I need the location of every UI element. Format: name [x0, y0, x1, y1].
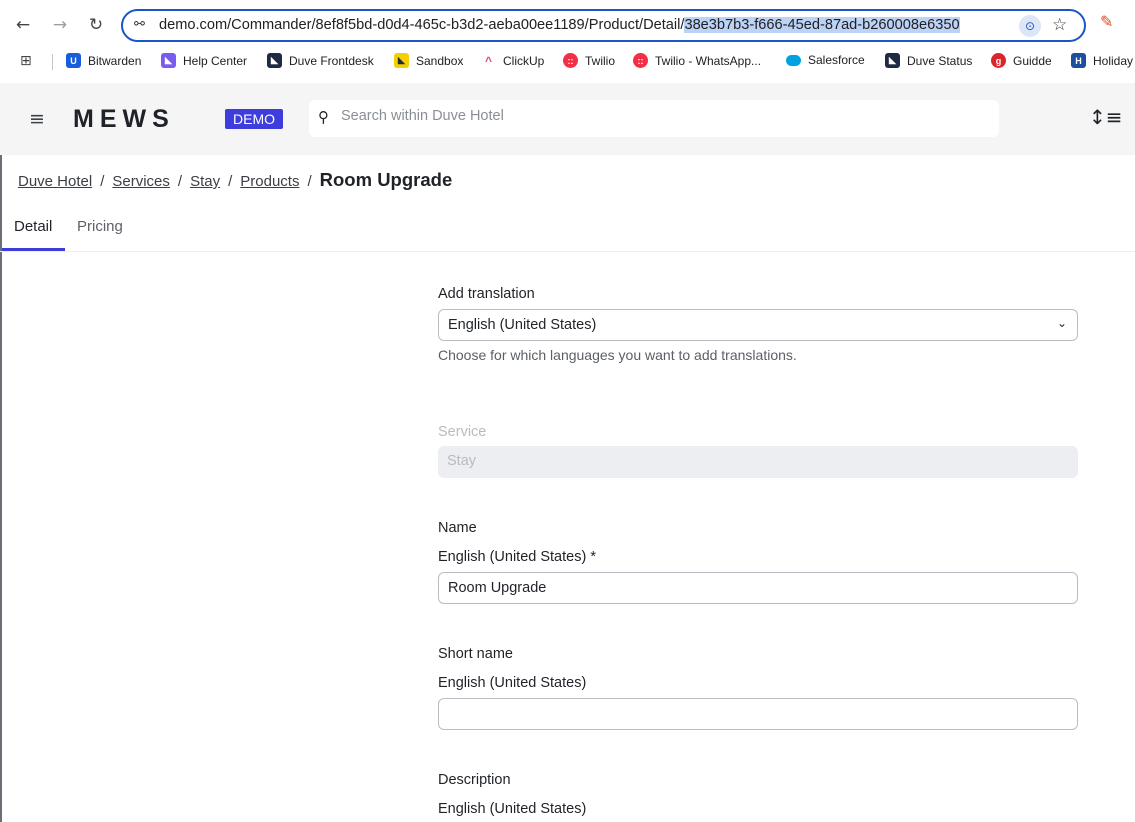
bookmark-twilio[interactable]: :: Twilio: [563, 53, 615, 68]
breadcrumb-services[interactable]: Services: [112, 173, 170, 190]
bookmarks-divider: [52, 54, 53, 70]
name-label: Name: [438, 520, 477, 536]
duve-icon: ◣: [161, 53, 176, 68]
bookmark-duve-status[interactable]: ◣ Duve Status: [885, 53, 972, 68]
name-language-label: English (United States) *: [438, 549, 596, 565]
bitwarden-icon: U: [66, 53, 81, 68]
density-icon[interactable]: ↕≡: [1089, 105, 1123, 129]
bookmark-duve-frontdesk[interactable]: ◣ Duve Frontdesk: [267, 53, 374, 68]
breadcrumb-separator: /: [307, 173, 312, 190]
name-field[interactable]: Room Upgrade: [438, 572, 1078, 604]
bookmark-bitwarden[interactable]: U Bitwarden: [66, 53, 141, 68]
add-translation-helper: Choose for which languages you want to a…: [438, 347, 797, 363]
short-name-field[interactable]: [438, 698, 1078, 730]
breadcrumb-products[interactable]: Products: [240, 173, 299, 190]
site-settings-icon[interactable]: ⚯: [134, 17, 145, 32]
url-text[interactable]: demo.com/Commander/8ef8f5bd-d0d4-465c-b3…: [159, 17, 960, 33]
search-input[interactable]: [341, 108, 981, 124]
bookmark-clickup[interactable]: ^ ClickUp: [481, 53, 544, 68]
short-name-label: Short name: [438, 646, 513, 662]
tab-pricing[interactable]: Pricing: [77, 218, 123, 235]
short-name-language-label: English (United States): [438, 675, 587, 691]
browser-toolbar: ← → ↻ ⚯ demo.com/Commander/8ef8f5bd-d0d4…: [0, 0, 1135, 50]
bookmarks-bar: ⊞ U Bitwarden ◣ Help Center ◣ Duve Front…: [0, 50, 1135, 74]
bookmark-label: Sandbox: [416, 53, 464, 68]
lens-icon[interactable]: ⊙: [1019, 15, 1041, 37]
bookmark-label: Twilio - WhatsApp...: [655, 53, 762, 68]
breadcrumb-separator: /: [177, 173, 183, 190]
breadcrumb-stay[interactable]: Stay: [190, 173, 220, 190]
twilio-icon: ::: [563, 53, 578, 68]
bookmark-label: Duve Status: [907, 53, 973, 68]
add-translation-value: English (United States): [448, 317, 597, 333]
tab-bar: Detail Pricing: [0, 212, 1135, 252]
service-field: Stay: [438, 446, 1078, 478]
bookmark-label: Twilio: [585, 53, 616, 68]
chevron-down-icon: ⌄: [1056, 316, 1067, 330]
twilio-icon: ::: [633, 53, 648, 68]
bookmark-sandbox[interactable]: ◣ Sandbox: [394, 53, 463, 68]
window-edge: [0, 83, 2, 822]
bookmark-label: Bitwarden: [88, 53, 142, 68]
breadcrumb: Duve Hotel / Services / Stay / Products …: [18, 169, 452, 191]
duve-icon: ◣: [394, 53, 409, 68]
apps-grid-icon[interactable]: ⊞: [20, 53, 32, 69]
search-icon: ⚲: [318, 108, 329, 126]
breadcrumb-separator: /: [228, 173, 233, 190]
bookmark-label: ClickUp: [503, 53, 545, 68]
bookmark-help-center[interactable]: ◣ Help Center: [161, 53, 247, 68]
address-bar[interactable]: ⚯ demo.com/Commander/8ef8f5bd-d0d4-465c-…: [121, 9, 1086, 42]
bookmark-label: Duve Frontdesk: [289, 53, 374, 68]
menu-icon[interactable]: ≡: [29, 108, 45, 130]
app-header: ≡ MEWS DEMO ⚲ ↕≡: [0, 83, 1135, 155]
bookmark-guidde[interactable]: g Guidde: [991, 53, 1052, 68]
description-label: Description: [438, 772, 511, 788]
active-tab-indicator: [2, 248, 65, 251]
bookmark-label: Help Center: [183, 53, 248, 68]
bookmark-salesforce[interactable]: Salesforce: [786, 53, 865, 67]
service-value: Stay: [447, 453, 477, 469]
name-value: Room Upgrade: [448, 580, 547, 596]
bookmark-star-icon[interactable]: ☆: [1052, 15, 1067, 35]
description-language-label: English (United States): [438, 801, 587, 817]
bookmark-holiday[interactable]: H Holiday: [1071, 53, 1133, 68]
tab-detail[interactable]: Detail: [14, 218, 52, 235]
search-box[interactable]: ⚲: [309, 100, 999, 137]
add-translation-label: Add translation: [438, 286, 535, 302]
breadcrumb-duve-hotel[interactable]: Duve Hotel: [18, 173, 92, 190]
bookmark-label: Holiday: [1093, 53, 1134, 68]
back-arrow-icon[interactable]: ←: [12, 14, 34, 36]
add-translation-select[interactable]: English (United States) ⌄: [438, 309, 1078, 341]
holiday-icon: H: [1071, 53, 1086, 68]
page-title: Room Upgrade: [319, 169, 453, 190]
guidde-icon: g: [991, 53, 1006, 68]
url-prefix: demo.com/Commander/8ef8f5bd-d0d4-465c-b3…: [159, 17, 685, 33]
forward-arrow-icon[interactable]: →: [49, 14, 71, 36]
extension-icon[interactable]: ✎: [1100, 12, 1113, 31]
url-selected: 38e3b7b3-f666-45ed-87ad-b260008e6350: [684, 17, 960, 33]
clickup-icon: ^: [481, 53, 496, 68]
salesforce-icon: [786, 54, 801, 66]
duve-icon: ◣: [267, 53, 282, 68]
mews-logo[interactable]: MEWS: [73, 105, 175, 134]
service-label: Service: [438, 424, 487, 440]
duve-icon: ◣: [885, 53, 900, 68]
bookmark-label: Salesforce: [808, 53, 865, 67]
demo-badge: DEMO: [225, 109, 283, 129]
bookmark-twilio-whatsapp[interactable]: :: Twilio - WhatsApp...: [633, 53, 761, 68]
bookmark-label: Guidde: [1013, 53, 1052, 68]
reload-icon[interactable]: ↻: [85, 14, 107, 36]
breadcrumb-separator: /: [100, 173, 105, 190]
